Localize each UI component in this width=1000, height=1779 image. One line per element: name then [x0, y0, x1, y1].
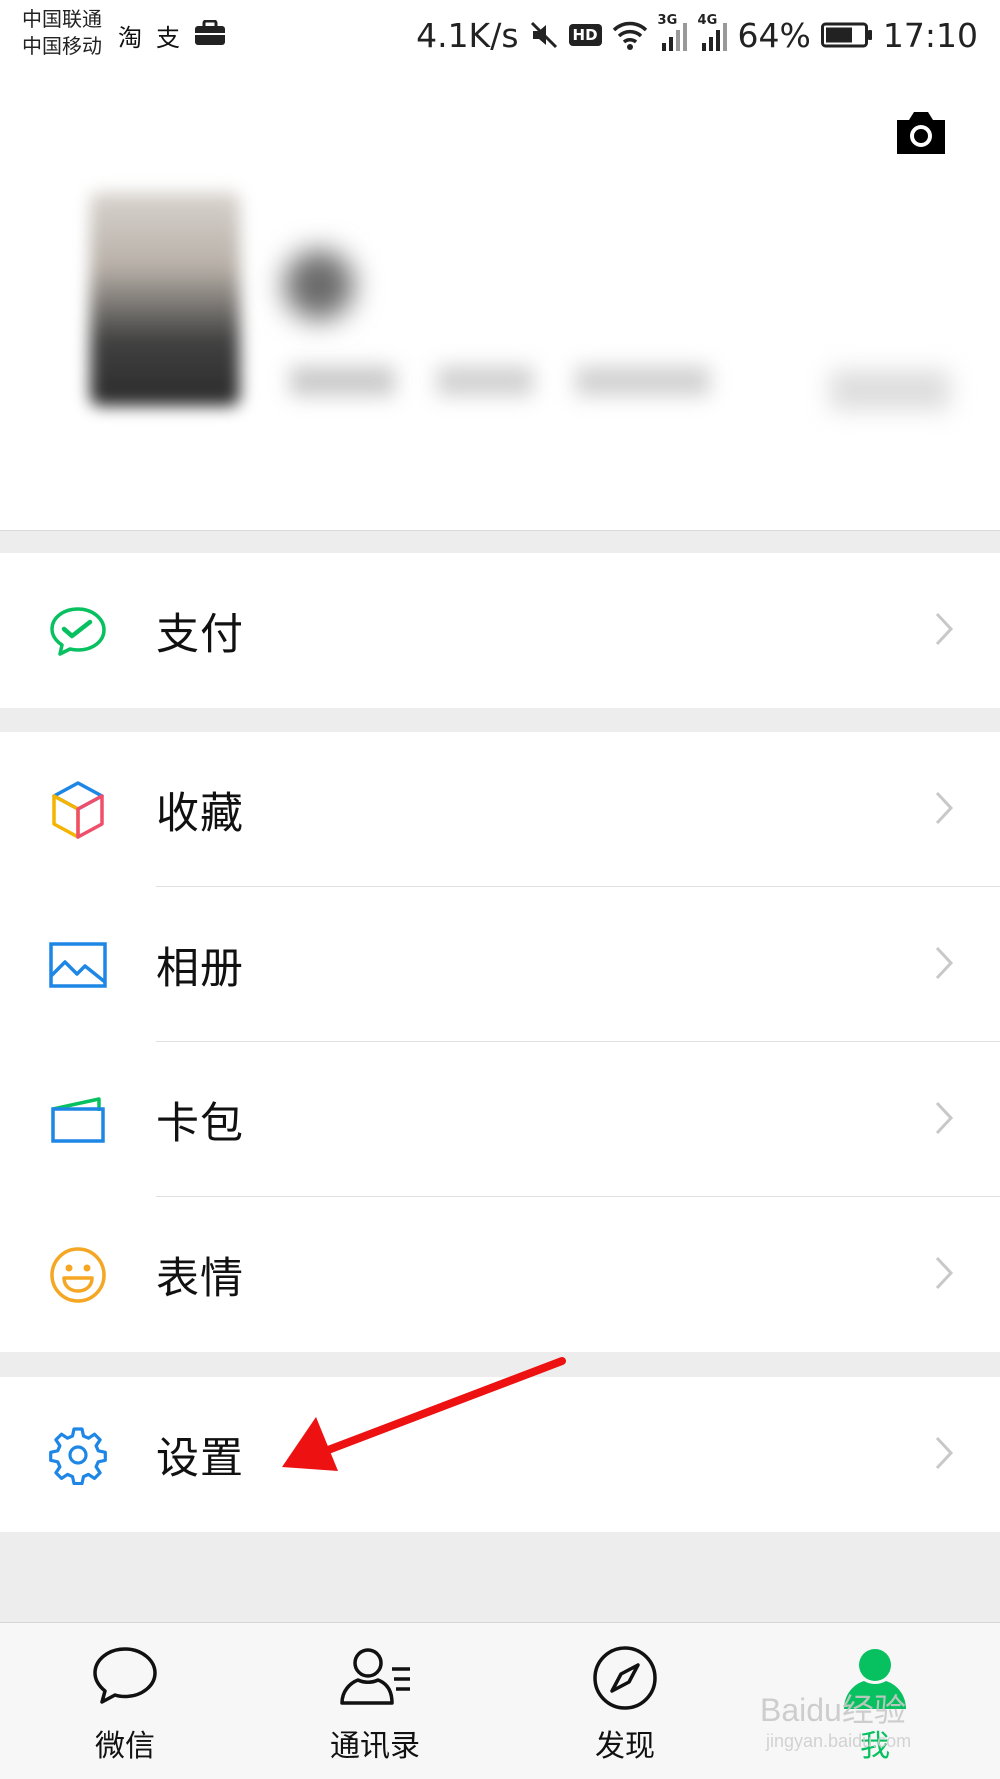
battery-percent: 64% [737, 15, 811, 55]
menu-label-album: 相册 [156, 943, 244, 994]
signal-4g-icon: 4G [698, 13, 728, 51]
nickname-redacted [284, 250, 354, 320]
menu-item-stickers[interactable]: 表情 [0, 1197, 1000, 1352]
avatar[interactable] [90, 192, 240, 406]
mute-icon [529, 20, 559, 50]
carrier-unicom: 中国联通 [22, 7, 102, 31]
wifi-icon [612, 20, 648, 50]
chevron-right-icon [934, 1435, 954, 1475]
status-bar: 中国联通 中国移动 淘 支 4.1K/s HD 3G 4G 64% 17:10 [0, 0, 1000, 70]
watermark-brand: Baidu经验 [760, 1692, 906, 1728]
menu-label-settings: 设置 [156, 1433, 244, 1484]
chevron-right-icon [934, 790, 954, 830]
menu-label-stickers: 表情 [156, 1253, 244, 1304]
tab-label-chats: 微信 [95, 1729, 155, 1764]
menu-item-cards[interactable]: 卡包 [0, 1042, 1000, 1197]
tab-chats[interactable]: 微信 [0, 1623, 250, 1779]
menu-group-main: 收藏 相册 卡包 表情 [0, 732, 1000, 1352]
alipay-notification-icon: 支 [156, 24, 180, 52]
chevron-right-icon [934, 1255, 954, 1295]
favorites-cube-icon [48, 780, 108, 840]
watermark-url: jingyan.baidu.com [766, 1731, 912, 1751]
compass-icon [592, 1645, 658, 1715]
settings-gear-icon [48, 1425, 108, 1485]
tab-label-contacts: 通讯录 [330, 1729, 420, 1764]
wechat-pay-icon [48, 601, 108, 661]
chevron-right-icon [934, 1100, 954, 1140]
system-status: 4.1K/s HD 3G 4G 64% 17:10 [416, 12, 978, 58]
battery-icon [820, 22, 873, 48]
menu-item-album[interactable]: 相册 [0, 887, 1000, 1042]
qr-code-redacted[interactable] [830, 370, 950, 410]
clock: 17:10 [882, 15, 978, 55]
hd-badge: HD [568, 24, 602, 46]
signal-3g-icon: 3G [658, 13, 688, 51]
baidu-watermark: Baidu经验 jingyan.baidu.com [760, 1685, 911, 1752]
tab-contacts[interactable]: 通讯录 [250, 1623, 500, 1779]
chevron-right-icon [934, 945, 954, 985]
card-wallet-icon [48, 1090, 108, 1150]
carrier-mobile: 中国移动 [22, 34, 102, 58]
menu-label-favorites: 收藏 [156, 788, 244, 839]
menu-item-pay[interactable]: 支付 [0, 553, 1000, 708]
taobao-notification-icon: 淘 [118, 24, 142, 52]
network-speed: 4.1K/s [416, 15, 519, 55]
menu-label-cards: 卡包 [156, 1098, 244, 1149]
profile-header[interactable] [0, 70, 1000, 531]
menu-group-pay: 支付 [0, 553, 1000, 708]
album-picture-icon [48, 935, 108, 995]
camera-icon[interactable] [893, 110, 949, 160]
contacts-icon [338, 1645, 412, 1711]
menu-item-favorites[interactable]: 收藏 [0, 732, 1000, 887]
tab-discover[interactable]: 发现 [500, 1623, 750, 1779]
chevron-right-icon [934, 611, 954, 651]
briefcase-icon [194, 19, 226, 52]
menu-label-pay: 支付 [156, 609, 244, 660]
notification-icons: 淘 支 [118, 18, 226, 53]
smiley-face-icon [48, 1245, 108, 1305]
tab-label-discover: 发现 [595, 1729, 655, 1764]
chat-bubble-icon [91, 1645, 159, 1711]
annotation-arrow [270, 1355, 570, 1479]
wechat-id-redacted [290, 366, 710, 396]
carrier-info: 中国联通 中国移动 [22, 6, 102, 60]
